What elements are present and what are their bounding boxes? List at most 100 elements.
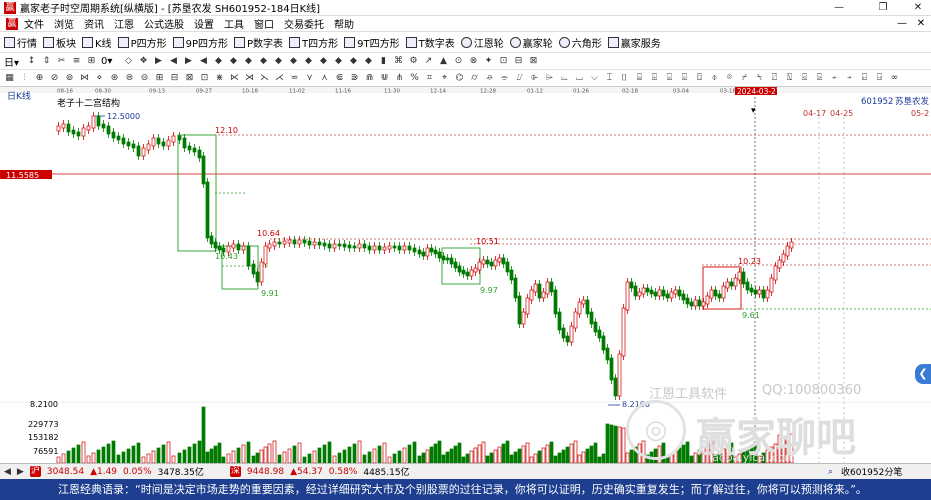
tool-icon[interactable]: ◆ <box>258 56 269 67</box>
tool-icon[interactable]: ⌰ <box>514 73 525 84</box>
minimize-button[interactable]: — <box>826 0 852 16</box>
tool-icon[interactable]: ⋋ <box>259 73 270 84</box>
tool-icon[interactable]: ✦ <box>483 56 494 67</box>
tool-icon[interactable]: ▶ <box>153 56 164 67</box>
tool-icon[interactable]: ▦ <box>4 73 15 84</box>
tool-icon[interactable]: ⌷ <box>619 73 630 84</box>
next-arrow-icon[interactable]: ▶ <box>17 467 24 477</box>
tool-icon[interactable]: ⋄ <box>94 73 105 84</box>
tool-icon[interactable]: ⌘ <box>393 56 404 67</box>
tool-icon[interactable]: ⊟ <box>513 56 524 67</box>
tool-icon[interactable]: ⍇ <box>859 73 870 84</box>
menu-trade[interactable]: 交易委托 <box>284 16 324 31</box>
tool-icon[interactable]: ⋊ <box>244 73 255 84</box>
tool-icon[interactable]: ⌹ <box>649 73 660 84</box>
tool-icon[interactable]: ◆ <box>303 56 314 67</box>
menu-window[interactable]: 窗口 <box>254 16 274 31</box>
tool-icon[interactable]: ≡ <box>71 56 82 67</box>
toolbar-sector-button[interactable]: 板块 <box>43 35 76 50</box>
toolbar-hexagon-button[interactable]: 六角形 <box>558 35 602 50</box>
tool-icon[interactable]: ⊜ <box>124 73 135 84</box>
menu-settings[interactable]: 设置 <box>194 16 214 31</box>
cycle-select[interactable]: 0▾ <box>101 56 123 67</box>
close-button[interactable]: ✕ <box>905 0 931 16</box>
shanghai-index-icon[interactable]: 沪 <box>29 466 41 477</box>
tool-icon[interactable]: ❖ <box>138 56 149 67</box>
tool-icon[interactable]: ⊕ <box>34 73 45 84</box>
tool-icon[interactable]: ⌴ <box>574 73 585 84</box>
tool-icon[interactable]: ⋈ <box>79 73 90 84</box>
tool-icon[interactable]: ▲ <box>438 56 449 67</box>
tool-icon[interactable]: ⊟ <box>169 73 180 84</box>
tool-icon[interactable]: ⍈ <box>874 73 885 84</box>
tool-icon[interactable]: ⌽ <box>709 73 720 84</box>
mdi-minimize-button[interactable]: — <box>894 16 910 32</box>
tool-icon[interactable]: ◆ <box>273 56 284 67</box>
tool-icon[interactable]: ⋓ <box>379 73 390 84</box>
tool-icon[interactable]: ⌾ <box>724 73 735 84</box>
search-icon[interactable]: ⌕ <box>828 467 833 477</box>
tool-icon[interactable]: ⍁ <box>769 73 780 84</box>
tool-icon[interactable]: ⊚ <box>64 73 75 84</box>
tool-icon[interactable]: ⌼ <box>694 73 705 84</box>
tool-icon[interactable]: ↗ <box>423 56 434 67</box>
tool-icon[interactable]: ⊛ <box>109 73 120 84</box>
toolbar-9p-square-button[interactable]: 9P四方形 <box>172 35 228 50</box>
shenzhen-index-icon[interactable]: 深 <box>229 466 241 477</box>
tool-icon[interactable]: ◆ <box>318 56 329 67</box>
tool-icon[interactable]: ∞ <box>889 73 900 84</box>
tool-icon[interactable]: ⊘ <box>49 73 60 84</box>
menu-help[interactable]: 帮助 <box>334 16 354 31</box>
tool-icon[interactable]: ⊙ <box>453 56 464 67</box>
period-select[interactable]: 日▾ <box>4 54 26 69</box>
tick-data-link[interactable]: 收601952分笔 <box>841 465 902 478</box>
toolbar-p-table-button[interactable]: P数字表 <box>234 35 283 50</box>
tool-icon[interactable]: ⚙ <box>408 56 419 67</box>
tool-icon[interactable]: ⋔ <box>394 73 405 84</box>
tool-icon[interactable]: ⊡ <box>199 73 210 84</box>
tool-icon[interactable]: ▮ <box>378 56 389 67</box>
tool-icon[interactable]: ⋇ <box>214 73 225 84</box>
tool-icon[interactable]: ◆ <box>333 56 344 67</box>
tool-icon[interactable]: ⌺ <box>664 73 675 84</box>
tool-icon[interactable]: ⌳ <box>559 73 570 84</box>
tool-icon[interactable]: ⊠ <box>184 73 195 84</box>
kline-chart[interactable]: 08-16 08-30 09-13 09-27 10-18 11-02 11-16 11-30… <box>0 87 931 464</box>
tool-icon[interactable]: ⌖ <box>439 73 450 84</box>
tool-icon[interactable]: ⋒ <box>364 73 375 84</box>
tool-icon[interactable]: ⊗ <box>468 56 479 67</box>
tool-icon[interactable]: ⌲ <box>544 73 555 84</box>
tool-icon[interactable]: ◆ <box>213 56 224 67</box>
tool-icon[interactable]: ⌬ <box>454 73 465 84</box>
tool-icon[interactable]: ◆ <box>363 56 374 67</box>
mdi-close-button[interactable]: ✕ <box>913 16 929 32</box>
tool-icon[interactable]: ⊡ <box>498 56 509 67</box>
menu-file[interactable]: 文件 <box>24 16 44 31</box>
tool-icon[interactable]: ⌮ <box>484 73 495 84</box>
restore-button[interactable]: ❐ <box>870 0 896 16</box>
tool-icon[interactable]: ⍀ <box>754 73 765 84</box>
tool-icon[interactable]: ⌿ <box>739 73 750 84</box>
tool-icon[interactable]: ⋉ <box>229 73 240 84</box>
menu-info[interactable]: 资讯 <box>84 16 104 31</box>
side-panel-toggle-button[interactable]: ❮ <box>915 364 931 384</box>
tool-icon[interactable]: ⊞ <box>86 56 97 67</box>
tool-icon[interactable]: ◆ <box>243 56 254 67</box>
toolbar-service-button[interactable]: 赢家服务 <box>607 35 661 50</box>
tool-icon[interactable]: ⫶ <box>19 73 30 84</box>
tool-icon[interactable]: ⌯ <box>499 73 510 84</box>
toolbar-9t-square-button[interactable]: 9T四方形 <box>344 35 400 50</box>
tool-icon[interactable]: ⍅ <box>829 73 840 84</box>
tool-icon[interactable]: ⌗ <box>424 73 435 84</box>
tool-icon[interactable]: ◀ <box>198 56 209 67</box>
tool-icon[interactable]: ⍆ <box>844 73 855 84</box>
tool-icon[interactable]: ◆ <box>288 56 299 67</box>
tool-icon[interactable]: ⋍ <box>289 73 300 84</box>
tool-icon[interactable]: ◆ <box>228 56 239 67</box>
tool-icon[interactable]: ⌸ <box>634 73 645 84</box>
toolbar-winner-wheel-button[interactable]: 赢家轮 <box>509 35 553 50</box>
toolbar-t-table-button[interactable]: T数字表 <box>405 35 455 50</box>
tool-icon[interactable]: % <box>409 73 420 84</box>
toolbar-quote-button[interactable]: 行情 <box>4 35 37 50</box>
menu-gann[interactable]: 江恩 <box>114 16 134 31</box>
